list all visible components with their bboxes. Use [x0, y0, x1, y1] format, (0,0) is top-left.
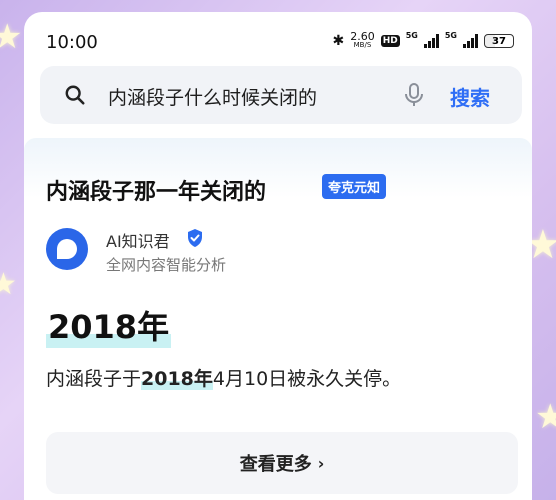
- answer-highlight: 2018年: [46, 302, 172, 348]
- signal-icon: [423, 34, 439, 48]
- network-speed: 2.60 MB/S: [350, 30, 375, 50]
- battery-level: 37: [492, 35, 506, 47]
- battery-icon: 37: [484, 34, 514, 48]
- view-more-button[interactable]: 查看更多 ›: [46, 432, 518, 494]
- verified-shield-icon: [188, 229, 202, 247]
- author-description: 全网内容智能分析: [106, 256, 227, 274]
- search-icon: [65, 85, 85, 105]
- answer-detail: 内涵段子于2018年4月10日被永久关停。: [46, 364, 401, 391]
- star-decoration-icon: ★: [535, 397, 556, 437]
- network-type-1: 5G: [405, 31, 418, 40]
- author-name[interactable]: AI知识君: [106, 228, 170, 252]
- detail-highlight: 2018年: [141, 368, 213, 390]
- detail-suffix: 4月10日被永久关停。: [212, 368, 402, 390]
- search-button[interactable]: 搜索: [450, 82, 490, 111]
- phone-screen: 10:00 ✱ 2.60 MB/S HD 5G 5G 37 内涵段子什么时候关闭…: [24, 12, 532, 500]
- detail-prefix: 内涵段子于: [46, 368, 142, 390]
- status-icons: ✱ 2.60 MB/S HD 5G 5G 37: [332, 30, 514, 50]
- source-badge: 夸克元知: [322, 174, 387, 199]
- network-type-2: 5G: [444, 31, 457, 40]
- star-decoration-icon: ★: [0, 267, 17, 302]
- result-title: 内涵段子那一年关闭的: [46, 180, 267, 205]
- chevron-right-icon: ›: [317, 453, 325, 473]
- answer-card: 内涵段子那一年关闭的 夸克元知 AI知识君 全网内容智能分析 2018年 内涵段…: [24, 138, 532, 500]
- search-bar[interactable]: 内涵段子什么时候关闭的 搜索: [40, 66, 522, 124]
- author-avatar[interactable]: [46, 228, 88, 270]
- hd-icon: HD: [380, 35, 400, 47]
- speed-unit: MB/S: [353, 41, 372, 49]
- speed-value: 2.60: [350, 30, 375, 43]
- search-input[interactable]: 内涵段子什么时候关闭的: [108, 83, 317, 110]
- bluetooth-icon: ✱: [332, 33, 345, 49]
- microphone-icon[interactable]: [403, 82, 425, 108]
- view-more-label: 查看更多: [239, 454, 312, 475]
- status-bar: 10:00 ✱ 2.60 MB/S HD 5G 5G 37: [24, 12, 532, 60]
- signal-icon: [463, 34, 478, 48]
- star-decoration-icon: ★: [0, 17, 23, 57]
- status-time: 10:00: [46, 32, 98, 53]
